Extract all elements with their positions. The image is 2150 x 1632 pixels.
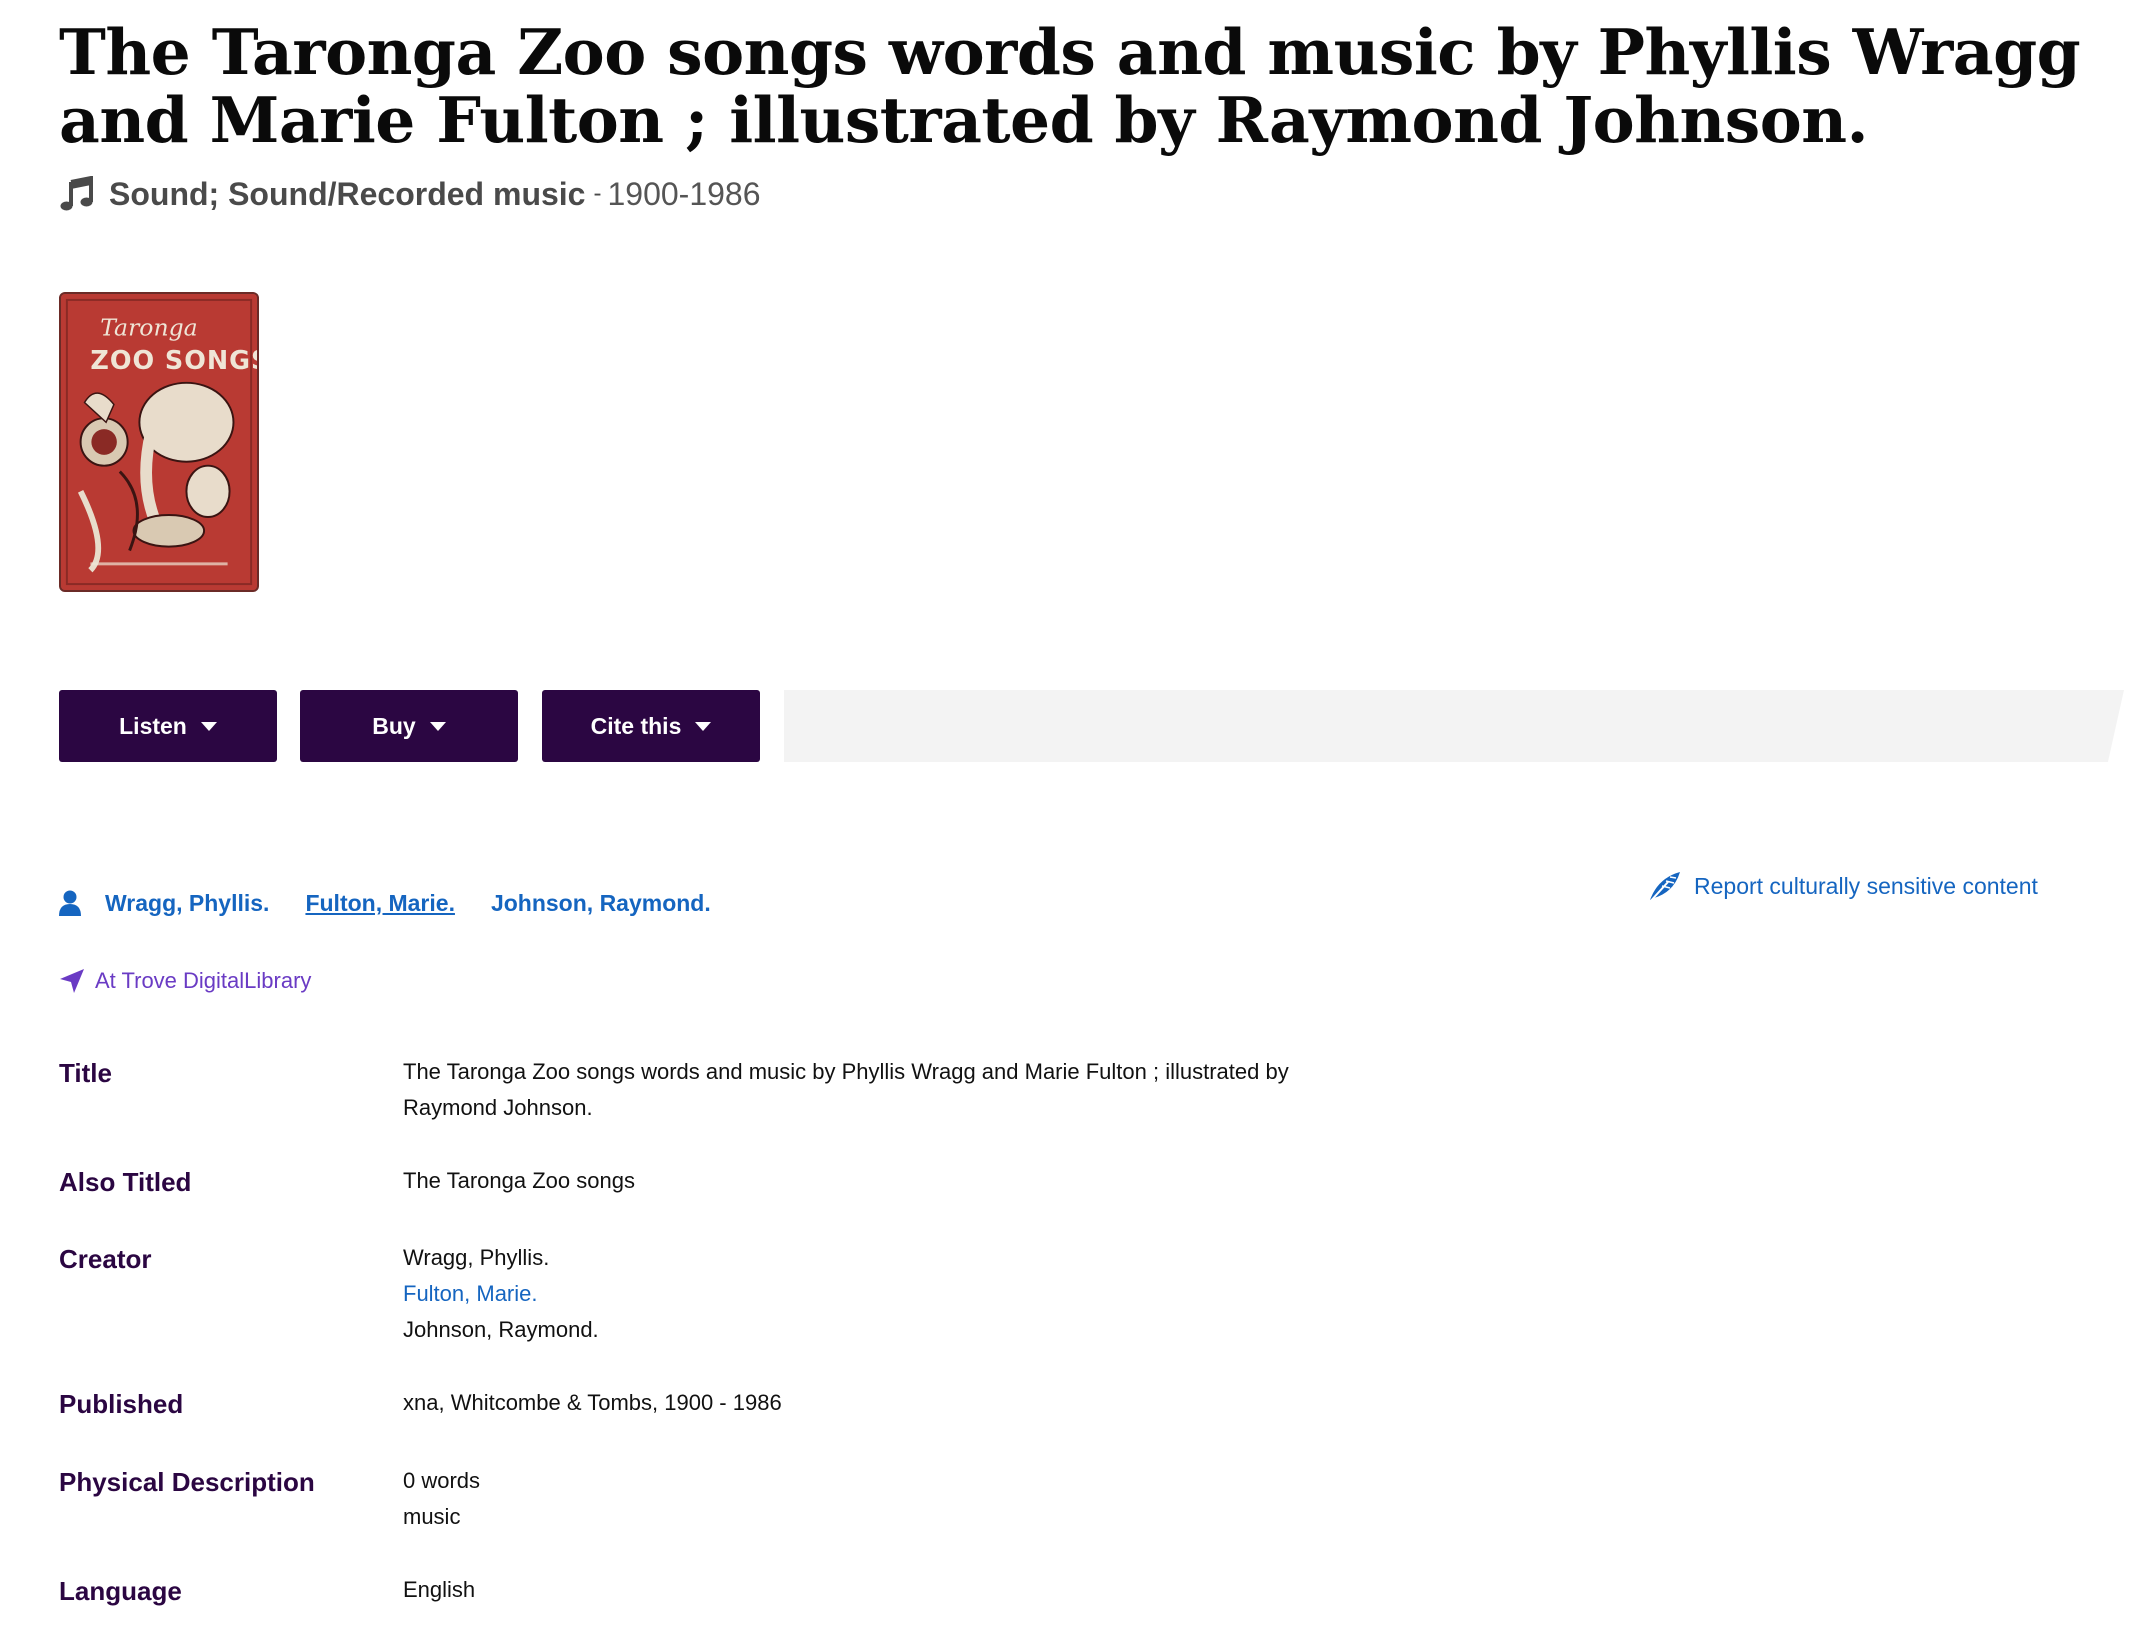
caret-down-icon — [429, 721, 446, 731]
detail-label: Physical Description — [59, 1467, 315, 1497]
action-bar: Listen Buy Cite this — [59, 690, 2124, 762]
detail-label: Language — [59, 1576, 182, 1606]
person-icon — [59, 890, 81, 916]
buy-button[interactable]: Buy — [300, 690, 518, 762]
cover-thumbnail[interactable]: Taronga ZOO SONGS — [59, 292, 259, 592]
detail-label: Published — [59, 1389, 184, 1419]
detail-row-language: Language English — [59, 1572, 1459, 1632]
detail-value: 0 words music — [403, 1463, 1323, 1572]
detail-value: English — [403, 1577, 476, 1602]
contributor-link-johnson[interactable]: Johnson, Raymond. — [491, 890, 711, 917]
detail-value: The Taronga Zoo songs words and music by… — [403, 1059, 1289, 1120]
cite-button[interactable]: Cite this — [542, 690, 760, 762]
creator-item: Johnson, Raymond. — [403, 1317, 599, 1342]
contributor-link-wragg[interactable]: Wragg, Phyllis. — [105, 890, 269, 917]
detail-row-published: Published xna, Whitcombe & Tombs, 1900 -… — [59, 1385, 1459, 1463]
contributor-link-fulton[interactable]: Fulton, Marie. — [305, 890, 455, 917]
format-line: Sound; Sound/Recorded music - 1900-1986 — [59, 172, 761, 216]
details-table: Title The Taronga Zoo songs words and mu… — [59, 1054, 1459, 1632]
detail-row-creator: Creator Wragg, Phyllis. Fulton, Marie. J… — [59, 1240, 1459, 1385]
physical-item: 0 words — [403, 1468, 481, 1493]
caret-down-icon — [200, 721, 217, 731]
caret-down-icon — [695, 721, 712, 731]
detail-row-physical-description: Physical Description 0 words music — [59, 1463, 1459, 1572]
location-label: At Trove DigitalLibrary — [95, 968, 312, 993]
detail-label: Creator — [59, 1244, 152, 1274]
cite-label: Cite this — [590, 712, 682, 739]
page-title: The Taronga Zoo songs words and music by… — [59, 15, 2081, 157]
location-link[interactable]: At Trove DigitalLibrary — [59, 968, 311, 994]
detail-value: The Taronga Zoo songs — [403, 1168, 635, 1193]
detail-value: Wragg, Phyllis. Fulton, Marie. Johnson, … — [403, 1240, 1323, 1385]
creator-link[interactable]: Fulton, Marie. — [403, 1276, 1323, 1312]
listen-button[interactable]: Listen — [59, 690, 277, 762]
feather-icon — [1644, 866, 1684, 906]
cover-line1: Taronga — [100, 313, 197, 341]
buy-label: Buy — [372, 712, 416, 739]
detail-value: xna, Whitcombe & Tombs, 1900 - 1986 — [403, 1390, 782, 1415]
date-range: 1900-1986 — [607, 175, 761, 212]
detail-label: Also Titled — [59, 1167, 192, 1197]
physical-item: music — [403, 1504, 461, 1529]
detail-row-title: Title The Taronga Zoo songs words and mu… — [59, 1054, 1459, 1163]
cover-line2: ZOO SONGS — [90, 346, 257, 376]
action-bar-band — [784, 690, 2124, 762]
report-link-label: Report culturally sensitive content — [1694, 872, 2038, 899]
format-separator: - — [593, 180, 602, 207]
detail-label: Title — [59, 1058, 112, 1088]
contributor-list: Wragg, Phyllis. Fulton, Marie. Johnson, … — [59, 882, 747, 924]
creator-item: Wragg, Phyllis. — [403, 1245, 550, 1270]
listen-label: Listen — [119, 712, 187, 739]
music-note-icon — [59, 175, 95, 212]
location-arrow-icon — [59, 968, 85, 994]
format-label: Sound; Sound/Recorded music — [109, 175, 586, 212]
detail-row-also-titled: Also Titled The Taronga Zoo songs — [59, 1163, 1459, 1240]
report-sensitive-content[interactable]: Report culturally sensitive content — [1644, 866, 2038, 906]
